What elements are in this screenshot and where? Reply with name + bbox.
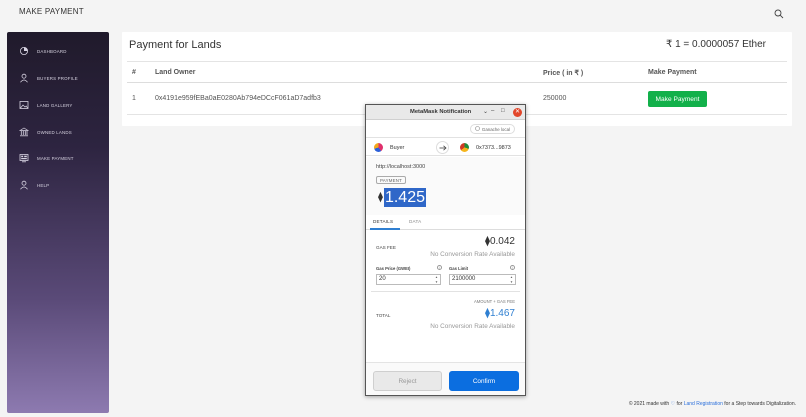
gallery-icon [19,100,29,110]
transaction-type-badge: PAYMENT [376,176,406,184]
close-icon[interactable]: ✕ [513,108,522,117]
help-user-icon [19,180,29,190]
column-header-index: # [132,69,136,76]
divider [371,291,520,292]
stepper-icon[interactable]: ▲ ▼ [509,275,514,284]
gas-price-label: Gas Price (GWEI) [376,266,411,271]
tab-details[interactable]: DETAILS [373,219,393,224]
sidebar-item-label: BUYERS PROFILE [37,75,78,81]
gas-fee-amount: 0.042 [489,236,515,247]
gas-limit-input[interactable]: 2100000 ▲ ▼ [449,274,516,285]
sidebar-item-dashboard[interactable]: DASHBOARD [7,41,109,61]
metamask-title: MetaMask Notification [410,109,472,115]
total-label: TOTAL [376,313,391,318]
heart-icon: ♡ [670,401,676,407]
sidebar-item-make-payment[interactable]: MAKE PAYMENT [7,148,109,168]
sidebar-item-land-gallery[interactable]: LAND GALLERY [7,95,109,115]
minimize-icon[interactable]: ‒ [491,108,494,114]
chevron-down-icon[interactable]: ⌄ [483,108,488,115]
sidebar-item-buyers-profile[interactable]: BUYERS PROFILE [7,68,109,88]
bank-icon [19,127,29,137]
info-icon[interactable]: i [437,265,442,270]
exchange-rate: ₹ 1 = 0.0000057 Ether [665,39,766,50]
footer-prefix: © 2021 made with [628,401,670,407]
divider [127,61,787,62]
sidebar-item-help[interactable]: HELP [7,175,109,195]
footer: © 2021 made with ♡ for Land Registration… [629,401,796,407]
row-index: 1 [132,95,136,102]
sidebar-item-label: LAND GALLERY [37,102,73,108]
info-icon[interactable]: i [510,265,515,270]
top-bar: MAKE PAYMENT [0,0,806,26]
total-amount: 1.467 [489,308,515,319]
column-header-make-payment: Make Payment [648,69,697,76]
stepper-icon[interactable]: ▲ ▼ [434,275,439,284]
origin-url: http://localhost:3000 [376,164,426,170]
network-name: Ganache local [481,126,510,132]
metamask-title-bar: MetaMask Notification ⌄ ‒ □ ✕ [366,105,525,120]
sidebar-item-label: HELP [37,182,50,188]
divider [127,82,787,83]
reject-button[interactable]: Reject [373,371,442,391]
sidebar-item-owned-lands[interactable]: OWNED LANDS [7,122,109,142]
from-account[interactable]: Buyer [390,145,404,151]
sidebar-item-label: DASHBOARD [37,48,67,54]
gas-fee-value: ⧫0.042 [485,236,515,247]
gas-price-input[interactable]: 20 ▲ ▼ [376,274,441,285]
land-price: 250000 [543,95,567,102]
amount-gas-label: AMOUNT + GAS FEE [474,299,515,304]
gas-limit-value: 2100000 [452,276,476,282]
payment-icon [19,153,29,163]
amount-display: ⧫ 1.425 [378,188,426,207]
make-payment-button[interactable]: Make Payment [648,91,707,107]
maximize-icon[interactable]: □ [501,108,505,114]
from-account-avatar [374,143,383,152]
sidebar: DASHBOARD BUYERS PROFILE LAND GALLERY OW… [7,32,109,413]
tab-data[interactable]: DATA [409,219,421,224]
land-owner-address: 0x4191e959fEBa0aE0280Ab794eDCcF061aD7adf… [155,95,321,102]
user-icon [19,73,29,83]
gas-price-value: 20 [379,276,386,282]
gas-limit-label: Gas Limit [449,266,469,271]
land-registration-link[interactable]: Land Registration [684,401,723,407]
footer-mid: for [676,401,683,407]
search-icon[interactable] [774,6,784,19]
to-account-avatar [460,143,469,152]
card-title: Payment for Lands [129,39,222,51]
page-title: MAKE PAYMENT [19,7,84,16]
network-selector[interactable]: Ganache local [469,124,515,134]
column-header-price: Price ( in ₹ ) [543,70,584,77]
active-tab-indicator [370,228,400,230]
column-header-land-owner: Land Owner [155,69,196,76]
gas-fee-label: GAS FEE [376,245,396,250]
dashboard-icon [19,46,29,56]
footer-suffix: for a Step towards Digitalization. [724,401,796,407]
amount-value: 1.425 [383,188,426,207]
tab-bar: DETAILS DATA [366,215,525,230]
confirm-button[interactable]: Confirm [449,371,519,391]
sidebar-item-label: MAKE PAYMENT [37,155,74,161]
gas-fee-conversion: No Conversion Rate Available [430,251,515,258]
metamask-popup: MetaMask Notification ⌄ ‒ □ ✕ Ganache lo… [365,104,526,396]
total-value: ⧫1.467 [485,308,515,319]
account-row: Buyer 0x7373...9873 [366,137,525,156]
ether-icon: ⧫ [378,192,383,203]
arrow-right-icon [436,141,449,154]
action-bar: Reject Confirm [366,362,525,395]
transaction-summary: http://localhost:3000 PAYMENT ⧫ 1.425 [366,157,525,215]
sidebar-item-label: OWNED LANDS [37,129,72,135]
to-account[interactable]: 0x7373...9873 [476,145,511,151]
total-conversion: No Conversion Rate Available [430,323,515,330]
network-icon [475,126,480,132]
